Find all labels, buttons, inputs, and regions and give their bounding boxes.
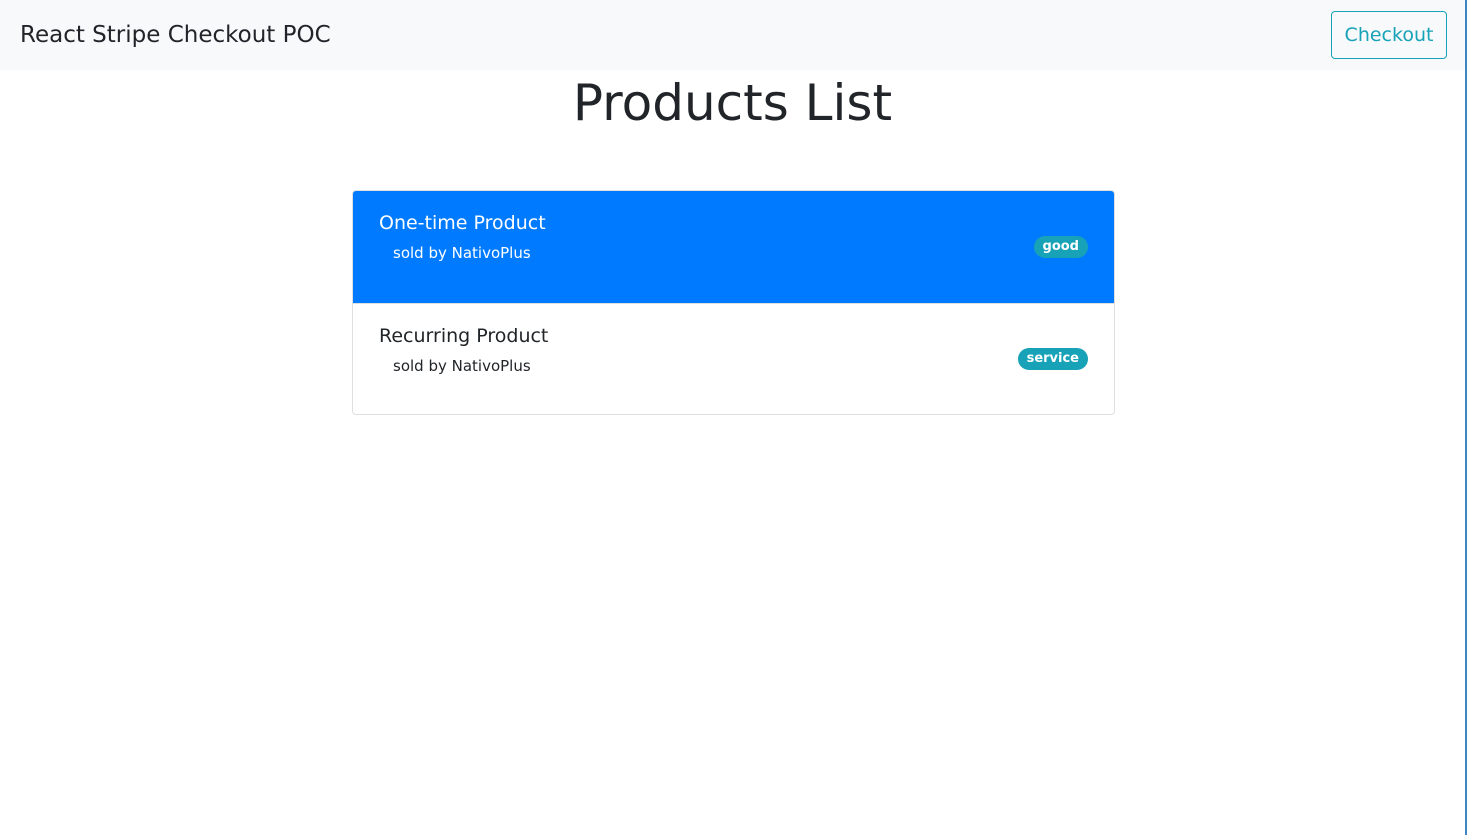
- product-item-text: One-time Product sold by NativoPlus: [379, 211, 546, 263]
- product-title: Recurring Product: [379, 325, 549, 347]
- product-item-recurring[interactable]: Recurring Product sold by NativoPlus ser…: [353, 303, 1114, 414]
- navbar-brand[interactable]: React Stripe Checkout POC: [20, 22, 331, 48]
- product-type-badge: good: [1033, 236, 1088, 258]
- navbar: React Stripe Checkout POC Checkout: [0, 0, 1465, 70]
- product-title: One-time Product: [379, 212, 546, 234]
- checkout-button[interactable]: Checkout: [1331, 11, 1447, 59]
- product-seller: sold by NativoPlus: [393, 244, 531, 262]
- app-viewport: React Stripe Checkout POC Checkout Produ…: [0, 0, 1467, 835]
- product-seller: sold by NativoPlus: [393, 357, 531, 375]
- product-item-one-time[interactable]: One-time Product sold by NativoPlus good: [353, 191, 1114, 303]
- product-type-badge: service: [1017, 348, 1088, 370]
- products-list: One-time Product sold by NativoPlus good…: [352, 190, 1115, 415]
- product-item-text: Recurring Product sold by NativoPlus: [379, 324, 548, 376]
- page-title: Products List: [572, 74, 893, 132]
